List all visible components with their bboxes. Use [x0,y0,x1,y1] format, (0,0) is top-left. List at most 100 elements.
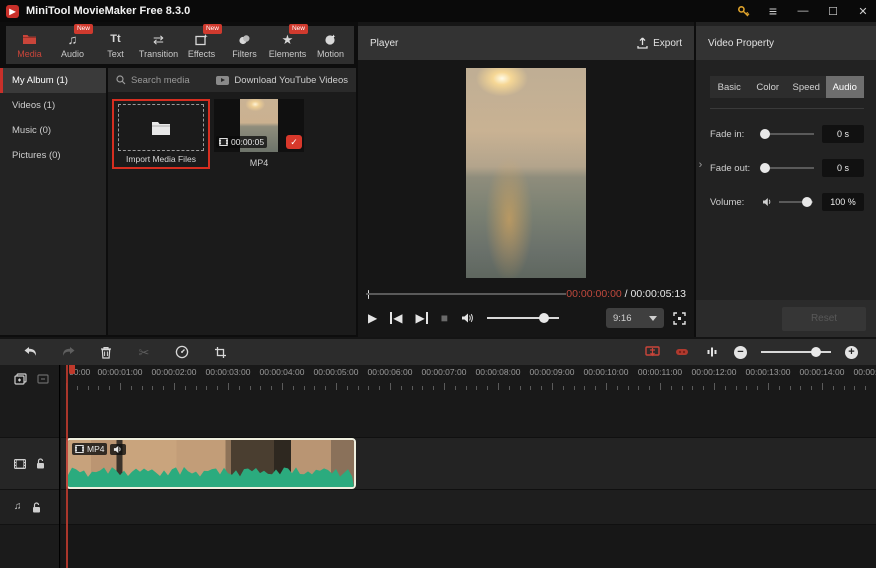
top-section: Media New ♫ Audio Tt Text ⇄ Transition [0,22,876,337]
timeline-clip[interactable]: MP4 [66,438,356,489]
export-frames-icon[interactable] [644,344,660,360]
tab-label: Media [17,49,42,59]
tab-speed[interactable]: Speed [787,76,826,98]
volume-property-handle[interactable] [802,197,812,207]
tab-audio[interactable]: New ♫ Audio [51,27,94,63]
undo-button[interactable] [22,344,38,360]
video-track-row[interactable]: MP4 [61,437,876,490]
volume-handle[interactable] [539,313,549,323]
player-title: Player [370,38,398,49]
maximize-button[interactable]: ☐ [820,1,846,21]
tab-elements[interactable]: New ★ Elements [266,27,309,63]
split-button[interactable]: ✂ [136,344,152,360]
close-button[interactable]: ✕ [850,1,876,21]
minimize-button[interactable]: — [790,1,816,21]
volume-slider[interactable] [487,317,559,319]
timeline-zoom-handle[interactable] [811,347,821,357]
volume-property-slider[interactable] [779,201,813,203]
export-button[interactable]: Export [637,37,682,49]
play-button[interactable]: ▶ [368,312,377,324]
ruler-tick [552,383,553,390]
ruler-tick [196,386,197,390]
remove-track-icon[interactable] [37,374,49,384]
new-badge: New [74,24,93,34]
audio-track-lock-icon[interactable] [32,502,41,513]
playhead[interactable] [66,365,68,568]
reset-button[interactable]: Reset [782,307,866,331]
player-header: Player Export [358,26,694,60]
ruler-tick [358,386,359,390]
crop-button[interactable] [212,344,228,360]
fade-in-slider[interactable] [762,133,814,135]
audio-detach-icon[interactable] [674,344,690,360]
sidebar-item-my-album[interactable]: My Album (1) [0,68,106,93]
tab-effects[interactable]: New Effects [180,27,223,63]
previous-frame-button[interactable]: ◀ [390,312,402,324]
tab-text[interactable]: Tt Text [94,27,137,63]
ruler-tick [98,386,99,390]
ruler-label: 00:00:14:00 [800,367,845,377]
sidebar-item-videos[interactable]: Videos (1) [0,93,106,118]
playhead-handle[interactable] [69,365,75,374]
import-drop-zone[interactable] [118,104,204,151]
volume-icon[interactable] [461,312,474,324]
next-frame-button[interactable]: ▶ [415,312,427,324]
tab-transition[interactable]: ⇄ Transition [137,27,180,63]
tab-motion[interactable]: Motion [309,27,352,63]
seek-bar[interactable]: 00:00:00:00 / 00:00:05:13 [368,288,686,300]
volume-value[interactable]: 100 % [822,193,864,211]
zoom-out-button[interactable]: − [734,346,747,359]
tab-label: Motion [317,49,344,59]
video-track-lock-icon[interactable] [36,458,45,469]
tab-color[interactable]: Color [749,76,788,98]
ruler-label: 00:00:02:00 [152,367,197,377]
aspect-ratio-dropdown[interactable]: 9:16 [606,308,664,328]
audio-track-row[interactable] [61,490,876,525]
import-media-card[interactable]: Import Media Files [112,99,210,169]
tab-filters[interactable]: Filters [223,27,266,63]
search-media-input[interactable]: Search media [116,75,190,86]
video-preview[interactable] [466,68,586,278]
redo-button[interactable] [60,344,76,360]
seek-track[interactable] [366,293,566,295]
timeline-zoom-slider[interactable] [761,351,831,353]
add-track-icon[interactable] [14,373,27,385]
speed-button[interactable] [174,344,190,360]
delete-button[interactable] [98,344,114,360]
fade-out-handle[interactable] [760,163,770,173]
aspect-ratio-value: 9:16 [613,313,632,324]
audio-level-icon[interactable] [704,344,720,360]
ruler-tick [584,386,585,390]
menu-icon[interactable]: ≡ [760,1,786,21]
film-icon [219,138,228,146]
total-time: 00:00:05:13 [631,288,686,300]
volume-row: Volume: 100 % [710,193,864,211]
fade-in-value[interactable]: 0 s [822,125,864,143]
tab-basic[interactable]: Basic [710,76,749,98]
fade-in-handle[interactable] [760,129,770,139]
sidebar-item-pictures[interactable]: Pictures (0) [0,143,106,168]
tab-media[interactable]: Media [8,27,51,63]
property-header: Video Property [696,26,876,60]
tab-audio-property[interactable]: Audio [826,76,865,98]
zoom-in-button[interactable]: + [845,346,858,359]
property-footer: Reset [696,300,876,337]
empty-track-row[interactable] [61,392,876,437]
panel-collapse-handle[interactable]: › [696,150,705,180]
download-youtube-button[interactable]: Download YouTube Videos [216,75,348,86]
stop-button[interactable]: ■ [441,312,448,324]
video-property-panel: Video Property Basic Color Speed Audio F… [696,22,876,337]
sidebar-item-music[interactable]: Music (0) [0,118,106,143]
media-clip-card[interactable]: 00:00:05 ✓ MP4 [214,99,304,168]
fullscreen-icon[interactable] [673,312,686,325]
timeline-ruler[interactable]: 00:0000:00:01:0000:00:02:0000:00:03:0000… [61,365,876,392]
ruler-tick [865,386,866,390]
media-clip-thumbnail[interactable]: 00:00:05 ✓ [214,99,304,152]
ruler-tick [638,386,639,390]
app-logo-icon: ▶ [6,5,19,18]
fade-out-slider[interactable] [762,167,814,169]
fade-out-value[interactable]: 0 s [822,159,864,177]
license-key-icon[interactable] [730,1,756,21]
ruler-label: 00:00:06:00 [368,367,413,377]
ruler-tick [660,383,661,390]
